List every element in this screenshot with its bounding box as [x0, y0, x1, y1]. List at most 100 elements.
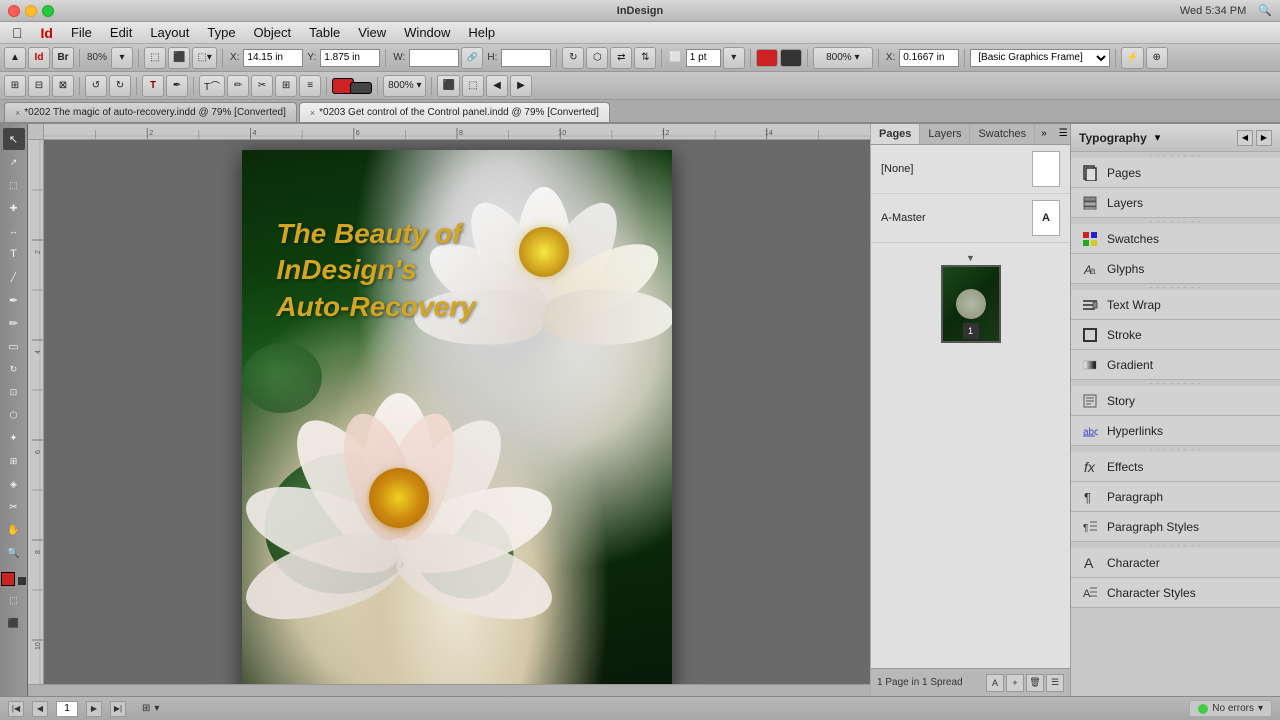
next-page-status-btn[interactable]: ▶ — [86, 701, 102, 717]
view-mode-btn1[interactable]: ⬛ — [437, 75, 459, 97]
pencil-tool[interactable]: ✏ — [3, 312, 25, 334]
transform-btn1[interactable]: ⬚ — [144, 47, 166, 69]
shear-btn[interactable]: ⬡ — [586, 47, 608, 69]
error-arrow[interactable]: ▾ — [1258, 703, 1263, 714]
rectangle-tool[interactable]: ▭ — [3, 335, 25, 357]
type-on-path-btn[interactable]: T⌒ — [199, 75, 225, 97]
fill-btn[interactable] — [756, 49, 778, 67]
stroke-input[interactable] — [686, 49, 721, 67]
new-master-btn[interactable]: A — [986, 674, 1004, 692]
page-thumb-1[interactable]: 1 — [941, 265, 1001, 343]
menu-object[interactable]: Object — [246, 23, 300, 42]
panel-tab-arrow[interactable]: » — [1035, 124, 1053, 144]
menu-view[interactable]: View — [350, 23, 394, 42]
measure-tool[interactable]: ⊞ — [3, 450, 25, 472]
zoom-dropdown[interactable]: ▾ — [111, 47, 133, 69]
hand-tool[interactable]: ✋ — [3, 519, 25, 541]
panel-tab-swatches[interactable]: Swatches — [970, 124, 1035, 144]
app-name-menu[interactable]: Id — [33, 25, 61, 41]
prev-page-btn[interactable]: ◀ — [486, 75, 508, 97]
panel-item-swatches[interactable]: Swatches — [1071, 224, 1280, 254]
scissors-tool[interactable]: ✂ — [3, 496, 25, 518]
panel-item-character-styles[interactable]: A Character Styles — [1071, 578, 1280, 608]
panel-tab-pages[interactable]: Pages — [871, 124, 920, 144]
panel-item-gradient[interactable]: Gradient — [1071, 350, 1280, 380]
align-center-btn[interactable]: ⊟ — [28, 75, 50, 97]
menu-help[interactable]: Help — [460, 23, 503, 42]
h-input[interactable] — [501, 49, 551, 67]
menu-window[interactable]: Window — [396, 23, 458, 42]
content-tool[interactable]: ↔ — [3, 220, 25, 242]
document-tab-1[interactable]: × *0202 The magic of auto-recovery.indd … — [4, 102, 297, 122]
menu-edit[interactable]: Edit — [102, 23, 140, 42]
pen-tool[interactable]: ✒ — [3, 289, 25, 311]
menu-type[interactable]: Type — [199, 23, 243, 42]
tab-close-1[interactable]: × — [15, 108, 20, 118]
constrain-btn[interactable]: 🔗 — [461, 47, 483, 69]
zoom-tool[interactable]: 🔍 — [3, 542, 25, 564]
path-btn[interactable]: ✒ — [166, 75, 188, 97]
panel-item-story[interactable]: Story — [1071, 386, 1280, 416]
new-page-btn[interactable]: + — [1006, 674, 1024, 692]
last-page-btn[interactable]: ▶| — [110, 701, 126, 717]
y-input[interactable] — [320, 49, 380, 67]
text-frame-btn[interactable]: T — [142, 75, 164, 97]
selection-tool[interactable]: ↖ — [3, 128, 25, 150]
flip-v-btn[interactable]: ⇅ — [634, 47, 656, 69]
line-tool[interactable]: ╱ — [3, 266, 25, 288]
traffic-lights[interactable] — [8, 5, 54, 17]
panel-item-character[interactable]: A Character — [1071, 548, 1280, 578]
panel-menu-btn[interactable]: ☰ — [1046, 674, 1064, 692]
gradient-tool[interactable]: ◈ — [3, 473, 25, 495]
canvas-area[interactable]: The Beauty of InDesign's Auto-Recovery — [44, 140, 870, 684]
eyedropper-tool[interactable]: ✦ — [3, 427, 25, 449]
rotate-90-btn[interactable]: ↺ — [85, 75, 107, 97]
pencil-btn[interactable]: ✏ — [227, 75, 249, 97]
spread-view-btn[interactable]: ⊞ — [275, 75, 297, 97]
panel-prev-btn[interactable]: ◀ — [1237, 130, 1253, 146]
current-page-input[interactable] — [56, 701, 78, 717]
view-mode-normal[interactable]: ⬚ — [3, 589, 25, 611]
rotate-btn[interactable]: ↻ — [562, 47, 584, 69]
page-item-amaster[interactable]: A-Master A — [871, 194, 1070, 243]
prev-page-status-btn[interactable]: ◀ — [32, 701, 48, 717]
rotate-tool[interactable]: ↻ — [3, 358, 25, 380]
next-page-btn[interactable]: ▶ — [510, 75, 532, 97]
minimize-button[interactable] — [25, 5, 37, 17]
x-offset-input[interactable] — [899, 49, 959, 67]
view-mode-preview[interactable]: ⬛ — [3, 612, 25, 634]
delete-page-btn[interactable]: 🗑 — [1026, 674, 1044, 692]
direct-select-tool[interactable]: ↗ — [3, 151, 25, 173]
w-input[interactable] — [409, 49, 459, 67]
panel-item-effects[interactable]: fx Effects — [1071, 452, 1280, 482]
menu-file[interactable]: File — [63, 23, 100, 42]
stroke-color[interactable] — [17, 576, 27, 586]
transform-btn3[interactable]: ⬚▾ — [192, 47, 216, 69]
zoom-level-display[interactable]: 800% ▾ — [813, 47, 873, 69]
lightning-btn[interactable]: ⚡ — [1121, 47, 1143, 69]
error-indicator[interactable]: No errors ▾ — [1189, 700, 1272, 717]
scissors-btn[interactable]: ✂ — [251, 75, 273, 97]
fill-color[interactable] — [1, 572, 15, 586]
type-tool[interactable]: T — [3, 243, 25, 265]
align-right-btn[interactable]: ⊠ — [52, 75, 74, 97]
scale-tool[interactable]: ⊡ — [3, 381, 25, 403]
frame-type-select[interactable]: [Basic Graphics Frame] — [970, 49, 1110, 67]
page-view-btn[interactable]: ⊞ ▾ — [142, 703, 159, 714]
color-stroke-swatch[interactable] — [350, 82, 372, 94]
column-btn[interactable]: ≡ — [299, 75, 321, 97]
panel-next-btn[interactable]: ▶ — [1256, 130, 1272, 146]
select-tool-btn[interactable]: ▲ — [4, 47, 26, 69]
panel-item-stroke[interactable]: Stroke — [1071, 320, 1280, 350]
align-left-btn[interactable]: ⊞ — [4, 75, 26, 97]
page-item-none[interactable]: [None] — [871, 145, 1070, 194]
document-tab-2[interactable]: × *0203 Get control of the Control panel… — [299, 102, 610, 122]
menu-table[interactable]: Table — [301, 23, 348, 42]
rotate-cw-btn[interactable]: ↻ — [109, 75, 131, 97]
panel-item-paragraph[interactable]: ¶ Paragraph — [1071, 482, 1280, 512]
zoom-display2[interactable]: 800% ▾ — [383, 75, 426, 97]
transform-btn2[interactable]: ⬛ — [168, 47, 190, 69]
tab-close-2[interactable]: × — [310, 108, 315, 118]
first-page-btn[interactable]: |◀ — [8, 701, 24, 717]
stroke-dropdown[interactable]: ▾ — [723, 47, 745, 69]
